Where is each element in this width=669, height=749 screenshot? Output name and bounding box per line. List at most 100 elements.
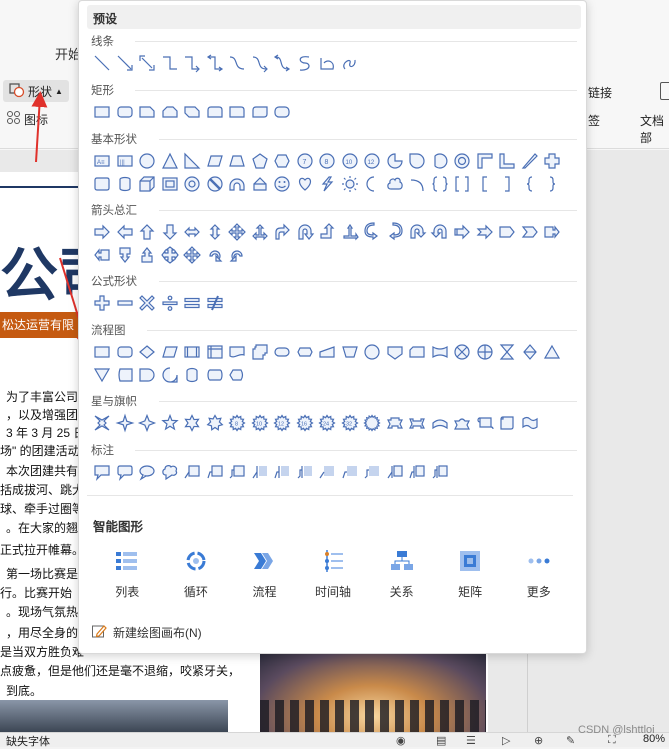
shape-star-14[interactable] bbox=[384, 411, 407, 434]
shape-star-6[interactable] bbox=[204, 411, 227, 434]
shape-flow-15[interactable] bbox=[406, 340, 429, 363]
shape-flow-11[interactable] bbox=[316, 340, 339, 363]
shape-formula-2[interactable] bbox=[114, 291, 137, 314]
shape-flow-24[interactable] bbox=[136, 363, 159, 386]
shape-callout-1[interactable] bbox=[91, 460, 114, 483]
shape-arrow-23[interactable] bbox=[114, 243, 137, 266]
shape-star-9[interactable]: 12 bbox=[271, 411, 294, 434]
shape-arrow-28[interactable] bbox=[226, 243, 249, 266]
shape-basic-42[interactable] bbox=[541, 172, 564, 195]
shape-arrow-25[interactable] bbox=[159, 243, 182, 266]
shape-basic-19[interactable] bbox=[496, 149, 519, 172]
smart-graphic-list[interactable]: 列表 bbox=[93, 549, 162, 600]
shape-basic-29[interactable] bbox=[249, 172, 272, 195]
shape-basic-6[interactable] bbox=[204, 149, 227, 172]
shape-callout-12[interactable] bbox=[339, 460, 362, 483]
shape-basic-22[interactable] bbox=[91, 172, 114, 195]
shape-arrow-27[interactable] bbox=[204, 243, 227, 266]
shape-basic-37[interactable] bbox=[429, 172, 452, 195]
shape-basic-35[interactable] bbox=[384, 172, 407, 195]
shape-flow-1[interactable] bbox=[91, 340, 114, 363]
chart-button[interactable]: 图标 bbox=[6, 110, 48, 128]
shape-basic-21[interactable] bbox=[541, 149, 564, 172]
shape-callout-14[interactable] bbox=[384, 460, 407, 483]
shape-flow-7[interactable] bbox=[226, 340, 249, 363]
shape-basic-32[interactable] bbox=[316, 172, 339, 195]
shape-formula-3[interactable] bbox=[136, 291, 159, 314]
shape-formula-6[interactable] bbox=[204, 291, 227, 314]
shape-flow-21[interactable] bbox=[541, 340, 564, 363]
shape-star-20[interactable] bbox=[519, 411, 542, 434]
new-drawing-canvas-button[interactable]: 新建绘图画布(N) bbox=[91, 623, 202, 642]
shape-basic-25[interactable] bbox=[159, 172, 182, 195]
shape-star-16[interactable] bbox=[429, 411, 452, 434]
smart-graphic-relation[interactable]: 关系 bbox=[367, 549, 436, 600]
shape-flow-3[interactable] bbox=[136, 340, 159, 363]
shape-line-9[interactable] bbox=[271, 51, 294, 74]
shape-basic-2[interactable]: ||| bbox=[114, 149, 137, 172]
shape-formula-5[interactable] bbox=[181, 291, 204, 314]
shape-arrow-6[interactable] bbox=[204, 220, 227, 243]
shape-callout-11[interactable] bbox=[316, 460, 339, 483]
shape-callout-8[interactable] bbox=[249, 460, 272, 483]
shape-line-10[interactable] bbox=[294, 51, 317, 74]
shape-arrow-9[interactable] bbox=[271, 220, 294, 243]
shape-arrow-19[interactable] bbox=[496, 220, 519, 243]
shape-rect-4[interactable] bbox=[159, 100, 182, 123]
shape-basic-8[interactable] bbox=[249, 149, 272, 172]
smart-graphic-matrix[interactable]: 矩阵 bbox=[436, 549, 505, 600]
shape-flow-5[interactable] bbox=[181, 340, 204, 363]
shape-basic-33[interactable] bbox=[339, 172, 362, 195]
shape-line-2[interactable] bbox=[114, 51, 137, 74]
shape-arrow-17[interactable] bbox=[451, 220, 474, 243]
list-view-icon[interactable]: ☰ bbox=[466, 734, 476, 747]
shape-arrow-14[interactable] bbox=[384, 220, 407, 243]
shape-basic-40[interactable] bbox=[496, 172, 519, 195]
shape-button[interactable]: 形状 ▲ bbox=[3, 80, 69, 102]
smart-graphic-process[interactable]: 流程 bbox=[230, 549, 299, 600]
shape-callout-5[interactable] bbox=[181, 460, 204, 483]
shape-basic-20[interactable] bbox=[519, 149, 542, 172]
shape-callout-10[interactable] bbox=[294, 460, 317, 483]
shape-callout-2[interactable] bbox=[114, 460, 137, 483]
shape-callout-16[interactable] bbox=[429, 460, 452, 483]
smart-graphic-more[interactable]: 更多 bbox=[504, 549, 573, 600]
smart-graphic-timeline[interactable]: 时间轴 bbox=[299, 549, 368, 600]
shape-flow-25[interactable] bbox=[159, 363, 182, 386]
missing-font-status[interactable]: 缺失字体 bbox=[6, 733, 50, 749]
sign-button[interactable]: 签 bbox=[588, 112, 600, 129]
shape-arrow-8[interactable] bbox=[249, 220, 272, 243]
shape-basic-30[interactable] bbox=[271, 172, 294, 195]
shape-flow-12[interactable] bbox=[339, 340, 362, 363]
shape-callout-4[interactable] bbox=[159, 460, 182, 483]
shape-rect-2[interactable] bbox=[114, 100, 137, 123]
shape-line-8[interactable] bbox=[249, 51, 272, 74]
shape-flow-8[interactable] bbox=[249, 340, 272, 363]
shape-basic-15[interactable] bbox=[406, 149, 429, 172]
shape-arrow-5[interactable] bbox=[181, 220, 204, 243]
shape-flow-14[interactable] bbox=[384, 340, 407, 363]
shape-star-17[interactable] bbox=[451, 411, 474, 434]
shape-formula-1[interactable] bbox=[91, 291, 114, 314]
shape-basic-36[interactable] bbox=[406, 172, 429, 195]
shape-flow-20[interactable] bbox=[519, 340, 542, 363]
link-button[interactable]: 链接 bbox=[588, 84, 612, 101]
shape-basic-1[interactable]: A≡ bbox=[91, 149, 114, 172]
shape-star-18[interactable] bbox=[474, 411, 497, 434]
shape-arrow-24[interactable] bbox=[136, 243, 159, 266]
shape-star-1[interactable] bbox=[91, 411, 114, 434]
shape-flow-13[interactable] bbox=[361, 340, 384, 363]
shape-basic-14[interactable] bbox=[384, 149, 407, 172]
shape-line-11[interactable] bbox=[316, 51, 339, 74]
shape-callout-9[interactable] bbox=[271, 460, 294, 483]
shape-basic-17[interactable] bbox=[451, 149, 474, 172]
shape-basic-27[interactable] bbox=[204, 172, 227, 195]
shape-star-5[interactable] bbox=[181, 411, 204, 434]
shape-arrow-4[interactable] bbox=[159, 220, 182, 243]
shape-arrow-1[interactable] bbox=[91, 220, 114, 243]
shape-line-7[interactable] bbox=[226, 51, 249, 74]
shape-star-12[interactable]: 32 bbox=[339, 411, 362, 434]
shape-arrow-2[interactable] bbox=[114, 220, 137, 243]
shape-line-4[interactable] bbox=[159, 51, 182, 74]
shape-arrow-15[interactable] bbox=[406, 220, 429, 243]
